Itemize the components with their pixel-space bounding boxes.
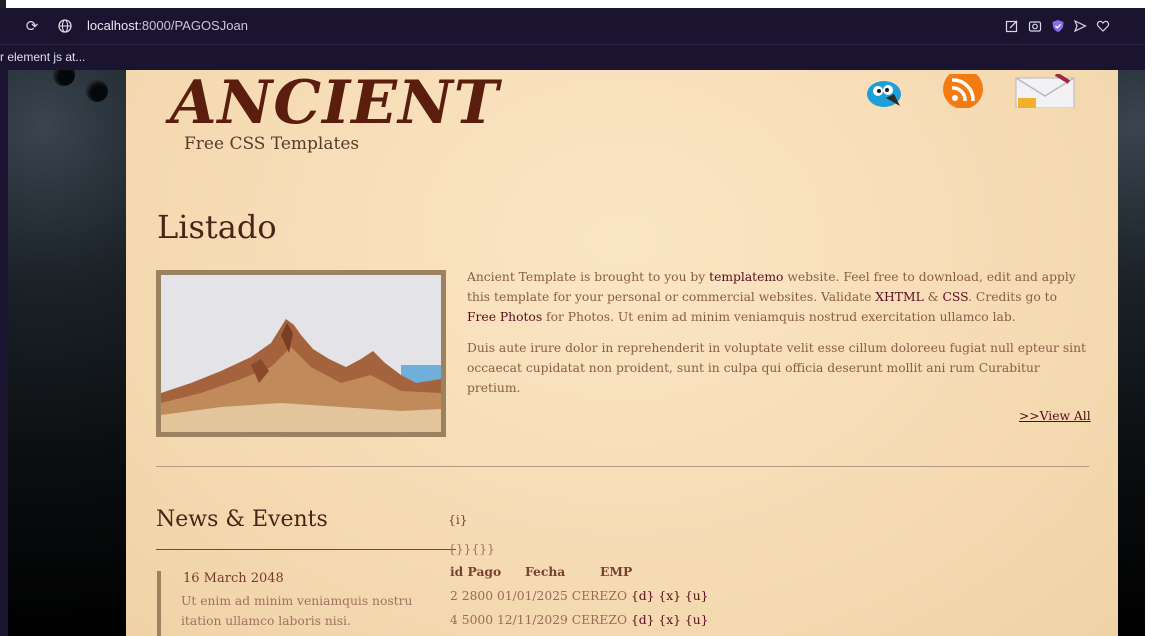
site-subtitle: Free CSS Templates xyxy=(184,134,360,154)
placeholder-u[interactable]: {u} xyxy=(685,589,709,603)
cell-emp: CEREZO xyxy=(571,589,628,603)
template-placeholder-i: {i} xyxy=(448,513,468,527)
table-row: 2 2800 01/01/2025 CEREZO {d} {x} {u} xyxy=(450,589,709,603)
css-link[interactable]: CSS xyxy=(943,290,969,304)
url-path: :8000/PAGOSJoan xyxy=(138,18,248,33)
bookmark-item[interactable]: r element js at... xyxy=(0,50,85,64)
cell-emp: CEREZO xyxy=(571,613,628,627)
cell-fecha: 12/11/2029 xyxy=(496,613,568,627)
cell-id: 2 xyxy=(450,589,458,603)
news-accent-bar xyxy=(157,571,161,636)
heart-icon[interactable] xyxy=(1093,16,1113,36)
placeholder-d[interactable]: {d} xyxy=(631,613,655,627)
second-paragraph: Duis aute irure dolor in reprehenderit i… xyxy=(467,341,1086,395)
free-photos-link[interactable]: Free Photos xyxy=(467,310,542,324)
template-placeholder-braces: {}}{}} xyxy=(448,542,495,556)
mail-icon[interactable] xyxy=(1014,72,1076,109)
templatemo-link[interactable]: templatemo xyxy=(709,270,783,284)
address-bar[interactable]: localhost:8000/PAGOSJoan xyxy=(87,18,248,33)
section-title: Listado xyxy=(157,208,277,246)
background-left xyxy=(8,70,126,636)
table-header: id Pago Fecha EMP xyxy=(450,564,632,579)
url-host: localhost xyxy=(87,18,139,33)
header-emp: EMP xyxy=(600,564,633,579)
table-row: 4 5000 12/11/2029 CEREZO {d} {x} {u} xyxy=(450,613,709,627)
bookmarks-bar: r element js at... xyxy=(0,44,1145,70)
browser-toolbar: ⟳ localhost:8000/PAGOSJoan xyxy=(0,8,1145,44)
mountain-photo-frame xyxy=(156,270,446,437)
news-text: Ut enim ad minim veniamquis nostru itati… xyxy=(181,594,413,628)
news-date: 16 March 2048 xyxy=(183,571,284,586)
placeholder-x[interactable]: {x} xyxy=(658,589,681,603)
cell-pago: 5000 xyxy=(461,613,494,627)
para-text: . Credits go to xyxy=(968,290,1057,304)
right-gutter xyxy=(1145,8,1152,636)
para-text: & xyxy=(923,290,943,304)
rss-icon[interactable] xyxy=(941,70,985,109)
top-edge xyxy=(0,0,1152,8)
section-divider xyxy=(156,466,1089,467)
placeholder-u[interactable]: {u} xyxy=(685,613,709,627)
news-title: News & Events xyxy=(156,507,328,532)
site-logo[interactable]: ANCIENT xyxy=(170,70,499,136)
header-fecha: Fecha xyxy=(525,564,566,579)
header-id-pago: id Pago xyxy=(450,564,502,579)
view-all-link[interactable]: >>View All xyxy=(1019,409,1091,423)
page-viewport: ANCIENT Free CSS Templates Listado Ancie… xyxy=(0,70,1145,636)
intro-paragraph: Ancient Template is brought to you by te… xyxy=(467,267,1089,327)
placeholder-x[interactable]: {x} xyxy=(658,613,681,627)
top-edge-mark xyxy=(0,0,6,8)
send-icon[interactable] xyxy=(1070,16,1090,36)
cell-fecha: 01/01/2025 xyxy=(496,589,568,603)
camera-icon[interactable] xyxy=(1025,16,1045,36)
cell-pago: 2800 xyxy=(461,589,494,603)
shield-icon[interactable] xyxy=(1048,16,1068,36)
para-text: for Photos. Ut enim ad minim veniamquis … xyxy=(542,310,1016,324)
placeholder-d[interactable]: {d} xyxy=(631,589,655,603)
background-right xyxy=(1118,70,1145,636)
reload-icon[interactable]: ⟳ xyxy=(22,16,42,36)
xhtml-link[interactable]: XHTML xyxy=(875,290,923,304)
news-divider xyxy=(156,549,456,550)
twitter-icon[interactable] xyxy=(862,74,906,108)
viewport-left-strip xyxy=(0,70,8,636)
mountain-photo xyxy=(161,275,441,432)
cell-id: 4 xyxy=(450,613,458,627)
para-text: Ancient Template is brought to you by xyxy=(467,270,710,284)
edit-icon[interactable] xyxy=(1002,16,1022,36)
content-panel: ANCIENT Free CSS Templates Listado Ancie… xyxy=(126,70,1118,636)
globe-icon xyxy=(55,16,75,36)
